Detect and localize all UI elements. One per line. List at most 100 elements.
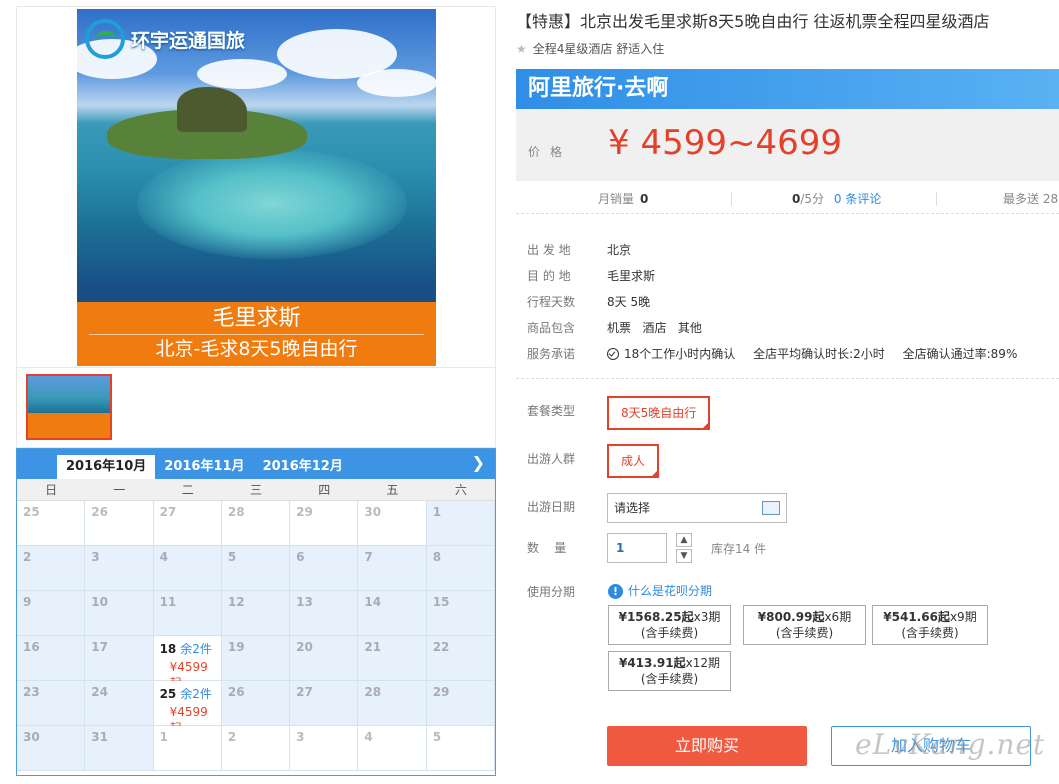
rating: 0/5分 0 条评论 (792, 190, 881, 207)
day-number: 20 (296, 640, 313, 654)
calendar-day-cell: 31 (85, 726, 154, 771)
quantity-input[interactable]: 1 (607, 533, 667, 563)
globe-logo-icon (85, 19, 125, 59)
day-number: 25 (159, 687, 177, 701)
calendar-day-cell: 4 (358, 726, 427, 771)
day-number: 15 (432, 595, 450, 609)
day-number: 14 (364, 595, 382, 609)
calendar-day-cell: 28 (358, 681, 427, 726)
installment-help-text: 什么是花呗分期 (628, 584, 713, 598)
package-option-button[interactable]: 8天5晚自由行 (607, 396, 711, 430)
installment-label: 使用分期 (527, 585, 576, 599)
product-gallery: 环宇运通国旅 毛里求斯 北京-毛求8天5晚自由行 2016年10月 2016年1… (16, 6, 496, 776)
installment-option[interactable]: ¥541.66起x9期 (含手续费) (872, 605, 988, 645)
calendar-day-cell: 30 (358, 501, 427, 546)
departure-calendar: 2016年10月 2016年11月 2016年12月 ❯ 日一二三四五六 25 2… (16, 448, 496, 776)
day-number: 31 (91, 730, 108, 744)
installment-option[interactable]: ¥413.91起x12期 (含手续费) (608, 651, 731, 691)
calendar-day-cell: 26 (221, 681, 291, 726)
calendar-day-cell: 5 (426, 726, 495, 771)
installment-help-link[interactable]: ! 什么是花呗分期 (608, 582, 712, 599)
product-info-list: 出 发 地 北京 目 的 地 毛里求斯 行程天数 8天 5晚 商品包含 机票 酒店 其他… (527, 236, 1017, 366)
stats-divider (936, 192, 937, 206)
day-number: 16 (23, 640, 40, 654)
day-number: 21 (364, 640, 382, 654)
service-item: 全店平均确认时长:2小时 (753, 346, 885, 361)
day-number: 26 (91, 505, 108, 519)
installment-amount: ¥413.91起 (618, 656, 686, 670)
reviews-link[interactable]: 0 条评论 (834, 192, 881, 206)
service-commitments: 18个工作小时内确认 全店平均确认时长:2小时 全店确认通过率:89% (607, 345, 1017, 362)
calendar-day-cell: 24 (85, 681, 154, 726)
info-value: 机票 酒店 其他 (607, 320, 702, 335)
cloud-shape (197, 59, 287, 89)
day-number: 27 (296, 685, 313, 699)
service-item: 全店确认通过率:89% (902, 346, 1018, 361)
day-number: 18 (159, 642, 177, 656)
banner-subtitle: 北京-毛求8天5晚自由行 (89, 334, 424, 363)
tab-month-3[interactable]: 2016年12月 (254, 455, 352, 479)
installment-periods: x9期 (949, 610, 977, 624)
check-circle-icon (607, 347, 619, 360)
calendar-day-cell[interactable]: 18余2件¥4599起 (153, 636, 222, 690)
info-row-includes: 商品包含 机票 酒店 其他 (527, 314, 1017, 340)
stats-divider (731, 192, 732, 206)
increment-icon[interactable]: ▲ (676, 533, 692, 547)
calendar-icon[interactable] (762, 501, 780, 515)
calendar-day-cell: 3 (290, 726, 359, 771)
product-details: 【特惠】北京出发毛里求斯8天5晚自由行 往返机票全程四星级酒店 ★ 全程4星级酒店… (516, 0, 1059, 784)
calendar-day-cell: 5 (221, 546, 291, 591)
weekday-label: 六 (454, 483, 467, 497)
weekday-label: 日 (45, 483, 58, 497)
day-number: 4 (364, 730, 373, 744)
calendar-day-cell[interactable]: 25余2件¥4599起 (153, 681, 222, 735)
day-number: 28 (364, 685, 382, 699)
quantity-label: 数 量 (527, 541, 567, 555)
price-value: ¥ 4599~4699 (608, 123, 842, 163)
price-label: 价格 (528, 145, 573, 159)
day-number: 25 (23, 505, 40, 519)
calendar-day-cell: 4 (153, 546, 222, 591)
info-key: 服务承诺 (527, 346, 576, 361)
installment-note: (含手续费) (640, 672, 699, 686)
calendar-day-cell: 17 (85, 636, 154, 681)
info-icon: ! (608, 584, 623, 599)
day-number: 19 (227, 640, 245, 654)
calendar-day-cell: 1 (426, 501, 495, 546)
day-number: 12 (227, 595, 245, 609)
info-row-departure: 出 发 地 北京 (527, 236, 1017, 262)
day-number: 1 (432, 505, 442, 519)
reef-shape (137, 149, 407, 259)
date-picker-input[interactable]: 请选择 (607, 493, 787, 523)
day-number: 11 (159, 595, 177, 609)
chevron-right-icon[interactable]: ❯ (472, 453, 485, 472)
installment-option[interactable]: ¥800.99起x6期 (含手续费) (743, 605, 866, 645)
calendar-day-cell: 11 (153, 591, 222, 636)
thumbnail-item[interactable] (26, 374, 112, 440)
day-number: 30 (364, 505, 382, 519)
calendar-day-cell: 26 (85, 501, 154, 546)
calendar-day-cell: 13 (290, 591, 359, 636)
main-product-image[interactable]: 环宇运通国旅 毛里求斯 北京-毛求8天5晚自由行 (77, 9, 436, 366)
remaining-stock: 余2件 (180, 687, 212, 701)
calendar-day-cell: 2 (221, 726, 291, 771)
buy-now-button[interactable]: 立即购买 (607, 726, 807, 766)
price-box: 价格 ¥ 4599~4699 (516, 109, 1059, 181)
installment-note: (含手续费) (640, 626, 699, 640)
info-value: 8天 5晚 (607, 294, 651, 309)
traveler-option-button[interactable]: 成人 (607, 444, 660, 478)
package-label: 套餐类型 (527, 404, 576, 418)
site-watermark: eLvKang.net (855, 728, 1046, 761)
day-number: 8 (432, 550, 442, 564)
weekday-label: 二 (181, 483, 194, 497)
calendar-day-cell: 7 (358, 546, 427, 591)
decrement-icon[interactable]: ▼ (676, 549, 692, 563)
day-number: 29 (432, 685, 450, 699)
tab-month-2[interactable]: 2016年11月 (155, 455, 253, 479)
brand-bar: 阿里旅行·去啊 (516, 69, 1059, 109)
installment-periods: x12期 (685, 656, 721, 670)
installment-option[interactable]: ¥1568.25起x3期 (含手续费) (608, 605, 731, 645)
tab-month-1[interactable]: 2016年10月 (57, 455, 156, 479)
weekday-label: 五 (386, 483, 399, 497)
subtitle-text: 全程4星级酒店 舒适入住 (532, 42, 665, 56)
